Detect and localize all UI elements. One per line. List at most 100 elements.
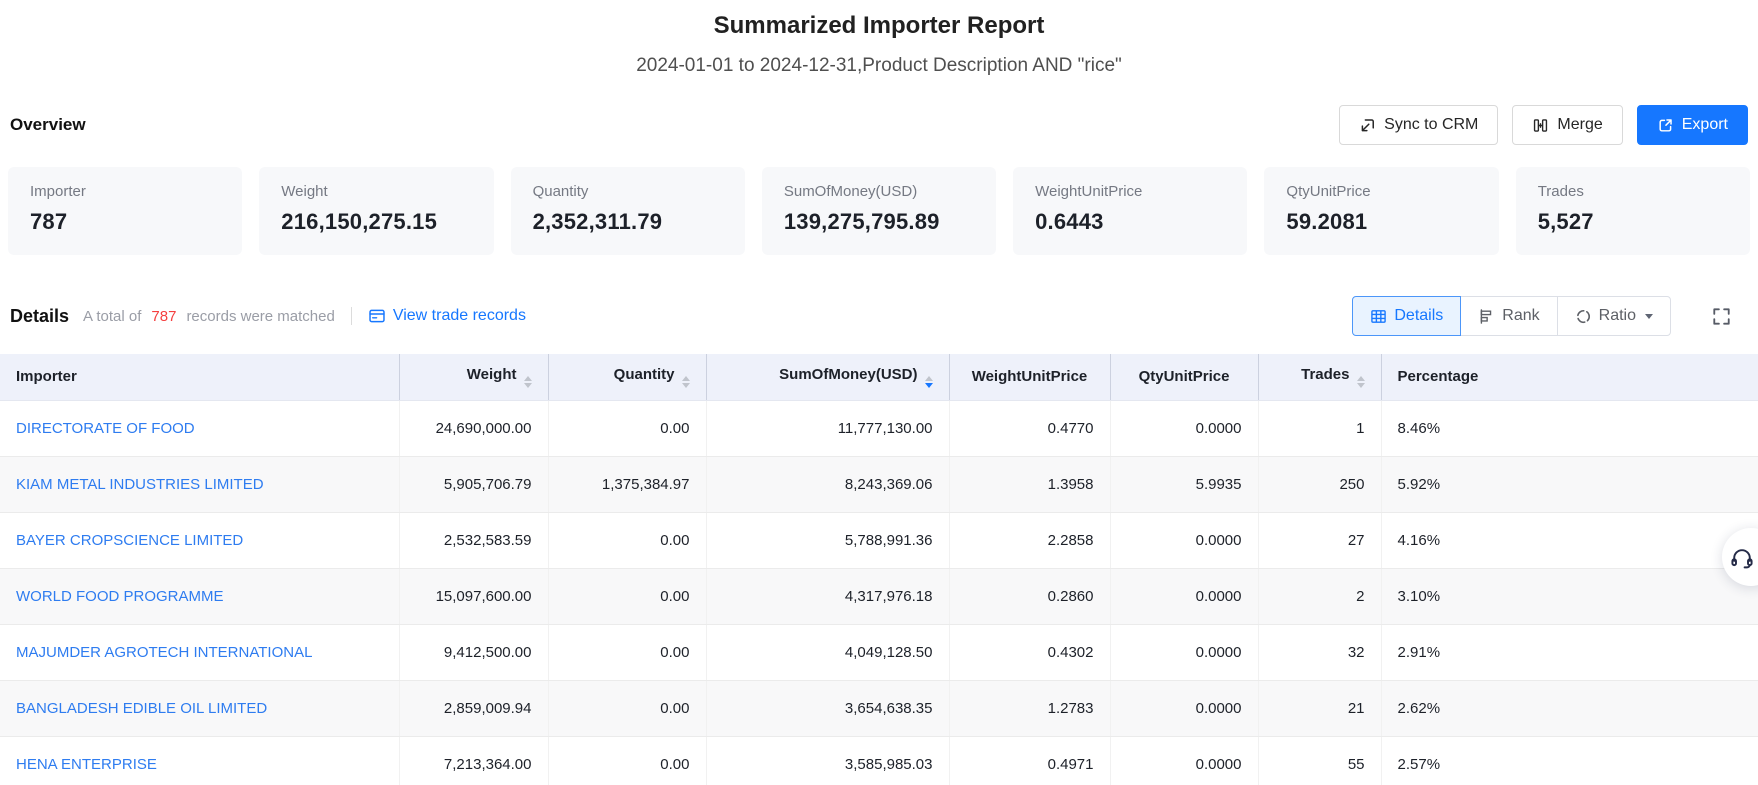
tab-rank[interactable]: Rank bbox=[1460, 296, 1557, 336]
importer-table: Importer Weight Quantity SumOfMoney(USD)… bbox=[0, 354, 1758, 785]
value-cell: 2.2858 bbox=[949, 512, 1110, 568]
value-cell: 1 bbox=[1258, 400, 1381, 456]
stat-card-trades: Trades 5,527 bbox=[1516, 167, 1750, 255]
value-cell: 7,213,364.00 bbox=[399, 736, 548, 785]
importer-cell: BANGLADESH EDIBLE OIL LIMITED bbox=[0, 680, 399, 736]
stat-value: 0.6443 bbox=[1035, 209, 1225, 235]
value-cell: 0.4302 bbox=[949, 624, 1110, 680]
value-cell: 1,375,384.97 bbox=[548, 456, 706, 512]
sort-caret-icon[interactable] bbox=[1357, 376, 1365, 388]
value-cell: 3.10% bbox=[1381, 568, 1758, 624]
col-weight-sortable[interactable]: Weight bbox=[399, 354, 548, 400]
overview-heading: Overview bbox=[10, 115, 86, 135]
table-row: DIRECTORATE OF FOOD 24,690,000.000.0011,7… bbox=[0, 400, 1758, 456]
details-right: Details Rank bbox=[1352, 296, 1748, 336]
importer-link[interactable]: KIAM METAL INDUSTRIES LIMITED bbox=[16, 476, 264, 493]
col-label: Weight bbox=[467, 366, 517, 383]
matched-suffix: records were matched bbox=[186, 308, 334, 325]
chevron-down-icon bbox=[1645, 314, 1653, 319]
col-label: SumOfMoney(USD) bbox=[779, 366, 917, 383]
report-subtitle: 2024-01-01 to 2024-12-31,Product Descrip… bbox=[0, 55, 1758, 77]
col-label: Quantity bbox=[614, 366, 675, 383]
fullscreen-button[interactable] bbox=[1711, 306, 1732, 327]
value-cell: 0.0000 bbox=[1110, 512, 1258, 568]
overview-actions: Sync to CRM Merge bbox=[1339, 105, 1748, 145]
value-cell: 2,859,009.94 bbox=[399, 680, 548, 736]
matched-prefix: A total of bbox=[83, 308, 141, 325]
page-title: Summarized Importer Report bbox=[0, 12, 1758, 40]
col-trades-sortable[interactable]: Trades bbox=[1258, 354, 1381, 400]
col-qtyunitprice: QtyUnitPrice bbox=[1110, 354, 1258, 400]
value-cell: 21 bbox=[1258, 680, 1381, 736]
value-cell: 5.9935 bbox=[1110, 456, 1258, 512]
view-trade-records-link[interactable]: View trade records bbox=[368, 307, 526, 325]
tab-rank-label: Rank bbox=[1502, 307, 1539, 325]
value-cell: 5,905,706.79 bbox=[399, 456, 548, 512]
table-row: KIAM METAL INDUSTRIES LIMITED 5,905,706.7… bbox=[0, 456, 1758, 512]
importer-link[interactable]: DIRECTORATE OF FOOD bbox=[16, 420, 195, 437]
col-label: Trades bbox=[1301, 366, 1349, 383]
merge-button[interactable]: Merge bbox=[1512, 105, 1622, 145]
stat-label: Importer bbox=[30, 183, 220, 200]
col-label: Importer bbox=[16, 368, 77, 385]
stat-cards: Importer 787 Weight 216,150,275.15 Quant… bbox=[0, 167, 1758, 255]
importer-link[interactable]: HENA ENTERPRISE bbox=[16, 756, 157, 773]
stat-value: 59.2081 bbox=[1286, 209, 1476, 235]
value-cell: 24,690,000.00 bbox=[399, 400, 548, 456]
table-row: HENA ENTERPRISE7,213,364.000.003,585,985… bbox=[0, 736, 1758, 785]
sort-caret-icon-active-desc[interactable] bbox=[925, 376, 933, 388]
value-cell: 2.62% bbox=[1381, 680, 1758, 736]
tab-details[interactable]: Details bbox=[1352, 296, 1461, 336]
bar-chart-icon bbox=[1478, 308, 1495, 325]
merge-label: Merge bbox=[1557, 116, 1602, 134]
value-cell: 2.91% bbox=[1381, 624, 1758, 680]
value-cell: 27 bbox=[1258, 512, 1381, 568]
stat-label: QtyUnitPrice bbox=[1286, 183, 1476, 200]
value-cell: 0.00 bbox=[548, 400, 706, 456]
importer-link[interactable]: MAJUMDER AGROTECH INTERNATIONAL bbox=[16, 644, 312, 661]
importer-link[interactable]: WORLD FOOD PROGRAMME bbox=[16, 588, 224, 605]
col-importer: Importer bbox=[0, 354, 399, 400]
ratio-circle-icon bbox=[1575, 308, 1592, 325]
overview-bar: Overview Sync to CRM bbox=[0, 103, 1758, 147]
importer-cell: MAJUMDER AGROTECH INTERNATIONAL bbox=[0, 624, 399, 680]
value-cell: 0.0000 bbox=[1110, 400, 1258, 456]
col-sumofmoney-sortable[interactable]: SumOfMoney(USD) bbox=[706, 354, 949, 400]
value-cell: 4,049,128.50 bbox=[706, 624, 949, 680]
importer-cell: WORLD FOOD PROGRAMME bbox=[0, 568, 399, 624]
value-cell: 2,532,583.59 bbox=[399, 512, 548, 568]
view-trade-records-label: View trade records bbox=[393, 307, 526, 325]
value-cell: 0.2860 bbox=[949, 568, 1110, 624]
value-cell: 0.4770 bbox=[949, 400, 1110, 456]
value-cell: 4.16% bbox=[1381, 512, 1758, 568]
col-label: QtyUnitPrice bbox=[1139, 368, 1230, 385]
stat-value: 216,150,275.15 bbox=[281, 209, 471, 235]
headset-icon bbox=[1729, 544, 1755, 570]
vertical-divider bbox=[351, 307, 352, 325]
value-cell: 55 bbox=[1258, 736, 1381, 785]
tab-ratio[interactable]: Ratio bbox=[1557, 296, 1671, 336]
stat-label: WeightUnitPrice bbox=[1035, 183, 1225, 200]
stat-card-sumofmoney: SumOfMoney(USD) 139,275,795.89 bbox=[762, 167, 996, 255]
sync-to-crm-button[interactable]: Sync to CRM bbox=[1339, 105, 1498, 145]
importer-cell: HENA ENTERPRISE bbox=[0, 736, 399, 785]
export-label: Export bbox=[1682, 116, 1728, 134]
details-left: Details A total of 787 records were matc… bbox=[10, 306, 526, 327]
trade-records-icon bbox=[368, 307, 386, 325]
tab-ratio-label: Ratio bbox=[1599, 307, 1636, 325]
importer-cell: DIRECTORATE OF FOOD bbox=[0, 400, 399, 456]
value-cell: 1.2783 bbox=[949, 680, 1110, 736]
importer-link[interactable]: BANGLADESH EDIBLE OIL LIMITED bbox=[16, 700, 267, 717]
matched-text: A total of 787 records were matched bbox=[83, 308, 335, 325]
value-cell: 2 bbox=[1258, 568, 1381, 624]
col-quantity-sortable[interactable]: Quantity bbox=[548, 354, 706, 400]
export-button[interactable]: Export bbox=[1637, 105, 1748, 145]
importer-link[interactable]: BAYER CROPSCIENCE LIMITED bbox=[16, 532, 243, 549]
value-cell: 11,777,130.00 bbox=[706, 400, 949, 456]
sort-caret-icon[interactable] bbox=[682, 376, 690, 388]
stat-card-importer: Importer 787 bbox=[8, 167, 242, 255]
value-cell: 0.0000 bbox=[1110, 736, 1258, 785]
table-body: DIRECTORATE OF FOOD 24,690,000.000.0011,7… bbox=[0, 400, 1758, 785]
sort-caret-icon[interactable] bbox=[524, 376, 532, 388]
report-header: Summarized Importer Report 2024-01-01 to… bbox=[0, 0, 1758, 77]
